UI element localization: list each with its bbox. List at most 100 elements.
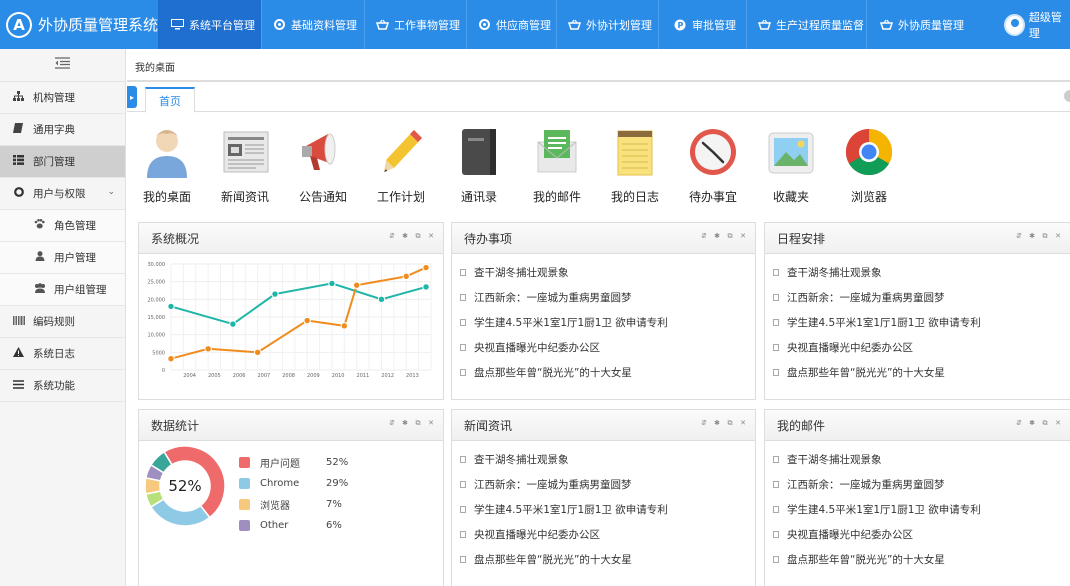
nav-supplier[interactable]: 供应商管理	[467, 0, 557, 49]
panel-title: 待办事项	[464, 231, 513, 246]
nav-production-quality[interactable]: 生产过程质量监督	[747, 0, 867, 49]
refresh-icon[interactable]: ⇵	[388, 419, 396, 428]
x-tick-label: 2007	[257, 373, 270, 379]
app-announcements[interactable]: 公告通知	[293, 126, 353, 210]
list-item[interactable]: 盘点那些年曾“脱光光”的十大女星	[773, 360, 1070, 385]
expand-icon[interactable]: ⧉	[726, 232, 734, 241]
nav-outsourcing-quality[interactable]: 外协质量管理	[867, 0, 970, 49]
app-news[interactable]: 新闻资讯	[215, 126, 275, 210]
nav-approval[interactable]: P 审批管理	[659, 0, 747, 49]
nav-work-affairs[interactable]: 工作事物管理	[365, 0, 467, 49]
brand[interactable]: A 外协质量管理系统	[0, 0, 158, 49]
list-item[interactable]: 央视直播曝光中纪委办公区	[773, 335, 1070, 360]
refresh-icon[interactable]: ⇵	[1015, 419, 1023, 428]
list-item[interactable]: 央视直播曝光中纪委办公区	[773, 522, 1070, 547]
sidebar-item-label: 编码规则	[33, 316, 75, 328]
sidebar-item-dictionary[interactable]: 通用字典	[0, 114, 125, 146]
list-item[interactable]: 学生建4.5平米1室1厅1厨1卫 欲申请专利	[773, 497, 1070, 522]
list-item[interactable]: 学生建4.5平米1室1厅1厨1卫 欲申请专利	[460, 497, 755, 522]
tab-scroll-left-icon[interactable]: ▸	[127, 86, 137, 108]
refresh-icon[interactable]: ⇵	[1015, 232, 1023, 241]
list-item[interactable]: 央视直播曝光中纪委办公区	[460, 522, 755, 547]
users-icon	[33, 283, 46, 296]
circle-icon	[12, 187, 25, 200]
nav-system-platform[interactable]: 系统平台管理	[158, 0, 262, 49]
list-item[interactable]: 学生建4.5平米1室1厅1厨1卫 欲申请专利	[460, 310, 755, 335]
expand-icon[interactable]: ⧉	[1041, 232, 1049, 241]
app-my-desktop[interactable]: 我的桌面	[137, 126, 197, 210]
app-work-plan[interactable]: 工作计划	[371, 126, 431, 210]
sidebar-item-org[interactable]: 机构管理	[0, 82, 125, 114]
close-icon[interactable]: ✕	[427, 419, 435, 428]
list-item[interactable]: 查干湖冬捕壮观景象	[460, 260, 755, 285]
sidebar-item-label: 系统日志	[33, 348, 75, 360]
app-my-mail[interactable]: 我的邮件	[527, 126, 587, 210]
sidebar-item-user-permission[interactable]: 用户与权限 ⌄	[0, 178, 125, 210]
panel-todo: 待办事项 ⇵ ✱ ⧉ ✕ 查干湖冬捕壮观景象 江西新余：一座城为重病男童圆梦 学…	[451, 222, 756, 400]
app-todo[interactable]: 待办事宜	[683, 126, 743, 210]
breadcrumb[interactable]: 我的桌面	[135, 59, 175, 74]
expand-icon[interactable]: ⧉	[414, 419, 422, 428]
picture-icon	[766, 126, 816, 178]
todo-list: 查干湖冬捕壮观景象 江西新余：一座城为重病男童圆梦 学生建4.5平米1室1厅1厨…	[452, 254, 755, 385]
user-menu[interactable]: 超级管理	[1004, 0, 1070, 49]
close-icon[interactable]: ✕	[1054, 419, 1062, 428]
nav-outsourcing-plan[interactable]: 外协计划管理	[557, 0, 659, 49]
bullet-icon	[773, 294, 779, 301]
gear-icon[interactable]: ✱	[713, 419, 721, 428]
app-contacts[interactable]: 通讯录	[449, 126, 509, 210]
refresh-icon[interactable]: ⇵	[388, 232, 396, 241]
close-icon[interactable]: ✕	[427, 232, 435, 241]
bullet-icon	[460, 481, 466, 488]
list-item-text: 盘点那些年曾“脱光光”的十大女星	[787, 367, 945, 379]
data-point	[402, 272, 410, 281]
tab-scroll-right-icon[interactable]	[1064, 90, 1070, 102]
list-item[interactable]: 盘点那些年曾“脱光光”的十大女星	[773, 547, 1070, 572]
close-icon[interactable]: ✕	[739, 419, 747, 428]
sidebar-item-roles[interactable]: 角色管理	[0, 210, 125, 242]
list-item[interactable]: 江西新余：一座城为重病男童圆梦	[773, 285, 1070, 310]
app-favorites[interactable]: 收藏夹	[761, 126, 821, 210]
refresh-icon[interactable]: ⇵	[700, 232, 708, 241]
gear-icon[interactable]: ✱	[713, 232, 721, 241]
expand-icon[interactable]: ⧉	[414, 232, 422, 241]
list-item[interactable]: 江西新余：一座城为重病男童圆梦	[773, 472, 1070, 497]
expand-icon[interactable]: ⧉	[726, 419, 734, 428]
sidebar-item-system-log[interactable]: 系统日志	[0, 338, 125, 370]
list-item[interactable]: 盘点那些年曾“脱光光”的十大女星	[460, 547, 755, 572]
app-my-diary[interactable]: 我的日志	[605, 126, 665, 210]
app-browser[interactable]: 浏览器	[839, 126, 899, 210]
nav-label: 外协计划管理	[586, 18, 652, 32]
tab-home[interactable]: 首页	[145, 87, 195, 113]
sidebar-item-coding-rules[interactable]: 编码规则	[0, 306, 125, 338]
x-tick-label: 2009	[307, 373, 320, 379]
bullet-icon	[773, 269, 779, 276]
list-item[interactable]: 查干湖冬捕壮观景象	[773, 447, 1070, 472]
refresh-icon[interactable]: ⇵	[700, 419, 708, 428]
expand-icon[interactable]: ⧉	[1041, 419, 1049, 428]
data-point	[167, 354, 175, 363]
list-item[interactable]: 央视直播曝光中纪委办公区	[460, 335, 755, 360]
list-item[interactable]: 查干湖冬捕壮观景象	[773, 260, 1070, 285]
nav-basic-data[interactable]: 基础资料管理	[262, 0, 365, 49]
panel-news: 新闻资讯 ⇵ ✱ ⧉ ✕ 查干湖冬捕壮观景象 江西新余：一座城为重病男童圆梦 学…	[451, 409, 756, 586]
list-item[interactable]: 江西新余：一座城为重病男童圆梦	[460, 472, 755, 497]
data-point	[271, 290, 279, 298]
gear-icon[interactable]: ✱	[401, 232, 409, 241]
close-icon[interactable]: ✕	[739, 232, 747, 241]
sidebar-item-users[interactable]: 用户管理	[0, 242, 125, 274]
app-label: 公告通知	[298, 190, 347, 204]
list-item[interactable]: 学生建4.5平米1室1厅1厨1卫 欲申请专利	[773, 310, 1070, 335]
close-icon[interactable]: ✕	[1054, 232, 1062, 241]
sidebar-item-system-functions[interactable]: 系统功能	[0, 370, 125, 402]
list-item[interactable]: 盘点那些年曾“脱光光”的十大女星	[460, 360, 755, 385]
sidebar-item-department[interactable]: 部门管理	[0, 146, 125, 178]
gear-icon[interactable]: ✱	[401, 419, 409, 428]
gear-icon[interactable]: ✱	[1028, 232, 1036, 241]
list-item[interactable]: 查干湖冬捕壮观景象	[460, 447, 755, 472]
sidebar-toggle[interactable]	[0, 49, 125, 82]
list-item[interactable]: 江西新余：一座城为重病男童圆梦	[460, 285, 755, 310]
gear-icon[interactable]: ✱	[1028, 419, 1036, 428]
sidebar-item-user-groups[interactable]: 用户组管理	[0, 274, 125, 306]
x-tick-label: 2012	[381, 373, 394, 379]
